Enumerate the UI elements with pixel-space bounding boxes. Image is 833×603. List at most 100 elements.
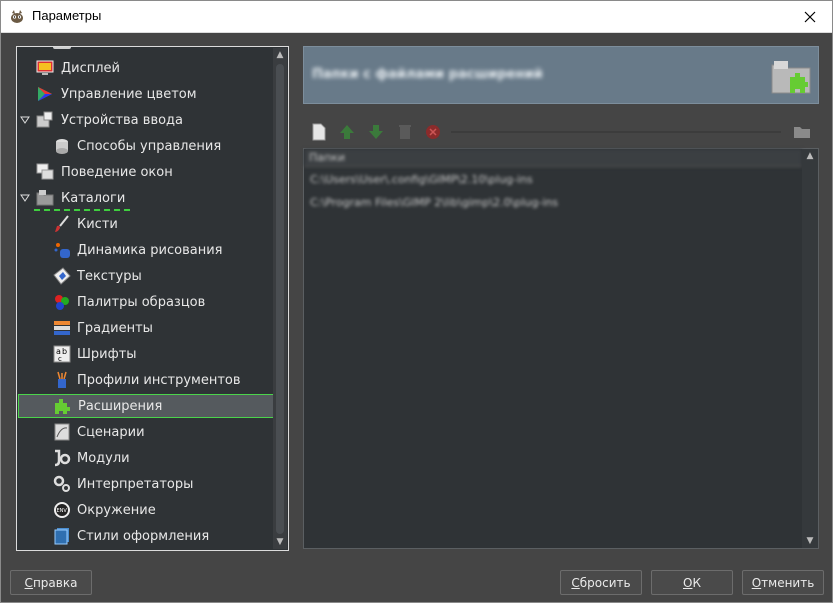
tree-item-label: Управление цветом [61, 86, 197, 102]
reset-button[interactable]: Сбросить [560, 570, 642, 595]
tree-item-label: Расширения [78, 398, 163, 414]
tree-item-window-management[interactable]: Поведение окон [17, 160, 273, 184]
plug-ins-icon [55, 399, 70, 414]
ok-button-label: К [692, 575, 701, 590]
tree-item-gradients[interactable]: Градиенты [17, 316, 273, 340]
scroll-up-arrow-icon[interactable]: ▲ [275, 50, 285, 60]
tree-item-label: Поведение окон [61, 164, 173, 180]
window-management-icon [36, 163, 54, 180]
window-title: Параметры [32, 8, 102, 23]
title-bar: Параметры [1, 1, 832, 33]
tree-item-display[interactable]: Дисплей [17, 56, 273, 80]
help-button[interactable]: Справка [10, 570, 92, 595]
tree-item-scripts[interactable]: Сценарии [17, 420, 273, 444]
input-devices-icon [36, 111, 53, 128]
scroll-up-arrow-icon[interactable]: ▲ [805, 151, 815, 161]
tree-item-partial [53, 47, 71, 49]
folders-icon [36, 190, 54, 206]
browse-folder-icon[interactable] [792, 122, 812, 142]
expanded-arrow-icon[interactable] [20, 193, 30, 203]
svg-text:b: b [62, 347, 67, 356]
folder-toolbar [303, 119, 819, 145]
gimp-app-icon [11, 10, 23, 23]
tree-item-brushes[interactable]: Кисти [17, 212, 273, 236]
tree-item-fonts[interactable]: abc Шрифты [17, 342, 273, 366]
ok-button[interactable]: ОК [651, 570, 733, 595]
brushes-icon [55, 215, 69, 232]
focus-underline [34, 209, 130, 211]
fonts-icon: a bc [53, 345, 71, 363]
tree-item-themes[interactable]: Стили оформления [17, 524, 273, 548]
help-button-label: правка [32, 575, 78, 590]
tree-item-label: Текстуры [77, 268, 142, 284]
tree-item-interpreters[interactable]: Интерпретаторы [17, 472, 273, 496]
toolbar-path-field [451, 131, 781, 133]
cancel-button-label: тменить [761, 575, 815, 590]
input-controllers-icon [56, 139, 68, 154]
tree-item-folders[interactable]: Каталоги [17, 186, 273, 210]
tree-item-input-controllers[interactable]: Способы управления [17, 134, 273, 158]
scripts-icon [54, 423, 70, 441]
tree-item-label: Устройства ввода [61, 112, 184, 128]
color-management-icon [38, 87, 52, 101]
tree-item-palettes[interactable]: Палитры образцов [17, 290, 273, 314]
tree-item-label: Окружение [77, 502, 156, 518]
move-down-icon[interactable] [366, 122, 386, 142]
list-scrollbar[interactable]: ▲ ▼ [802, 149, 818, 548]
tree-item-patterns[interactable]: Текстуры [17, 264, 273, 288]
clear-icon[interactable] [423, 122, 443, 142]
delete-icon[interactable] [395, 122, 415, 142]
tree-item-label: Кисти [77, 216, 118, 232]
tree-scrollbar[interactable]: ▲ ▼ [273, 48, 287, 549]
tree-item-label: Дисплей [61, 60, 121, 76]
close-icon [804, 11, 816, 22]
folder-list: Папки C:\Users\User\.config\GIMP\2.10\pl… [303, 148, 819, 549]
scroll-down-arrow-icon[interactable]: ▼ [275, 537, 285, 547]
display-icon [36, 60, 54, 75]
tree-item-label: Интерпретаторы [77, 476, 194, 492]
list-item[interactable]: C:\Program Files\GIMP 2\lib\gimp\2.0\plu… [310, 196, 558, 216]
tree-item-label: Модули [77, 450, 130, 466]
tree-item-color-management[interactable]: Управление цветом [17, 82, 273, 106]
page-title: Папки с файлами расширений [312, 67, 543, 82]
tree-item-label: Динамика рисования [77, 242, 223, 258]
modules-icon [54, 449, 71, 467]
move-up-icon[interactable] [337, 122, 357, 142]
svg-text:ENV: ENV [57, 508, 68, 514]
help-button-mnemonic: С [24, 575, 33, 590]
tree-item-tool-presets[interactable]: Профили инструментов [17, 368, 273, 392]
tool-presets-icon [57, 371, 67, 388]
scroll-down-arrow-icon[interactable]: ▼ [805, 536, 815, 546]
tree-item-modules[interactable]: Модули [17, 446, 273, 470]
scrollbar-thumb[interactable] [276, 64, 284, 534]
new-folder-icon[interactable] [309, 122, 329, 142]
tree-item-label: Каталоги [61, 190, 126, 206]
tree-item-label: Сценарии [77, 424, 145, 440]
patterns-icon [53, 267, 71, 285]
page-header: Папки с файлами расширений [303, 46, 819, 104]
svg-text:c: c [58, 355, 62, 363]
close-button[interactable] [788, 1, 832, 32]
tree-item-input-devices[interactable]: Устройства ввода [17, 108, 273, 132]
tree-item-paint-dynamics[interactable]: Динамика рисования [17, 238, 273, 262]
expanded-arrow-icon[interactable] [20, 115, 30, 125]
list-column-header[interactable]: Папки [304, 149, 802, 167]
tree-item-label: Шрифты [77, 346, 137, 362]
preferences-tree: Дисплей Управление цветом Устройства вво… [16, 46, 289, 551]
tree-item-label: Градиенты [77, 320, 153, 336]
reset-button-label: бросить [579, 575, 631, 590]
interpreters-icon [53, 475, 70, 492]
tree-item-label: Способы управления [77, 138, 222, 154]
paint-dynamics-icon [54, 243, 70, 258]
tree-item-label: Стили оформления [77, 528, 210, 544]
gradients-icon [54, 321, 70, 335]
environment-icon: ENV [54, 502, 70, 518]
tree-item-plug-ins[interactable]: Расширения [18, 394, 274, 418]
list-item[interactable]: C:\Users\User\.config\GIMP\2.10\plug-ins [310, 173, 533, 193]
tree-item-environment[interactable]: ENV Окружение [17, 498, 273, 522]
themes-icon [54, 528, 69, 545]
cancel-button-mnemonic: О [751, 575, 762, 590]
tree-item-label: Палитры образцов [77, 294, 206, 310]
preferences-window: Параметры Дисплей Управление цветом Устр… [0, 0, 833, 603]
cancel-button[interactable]: Отменить [742, 570, 824, 595]
